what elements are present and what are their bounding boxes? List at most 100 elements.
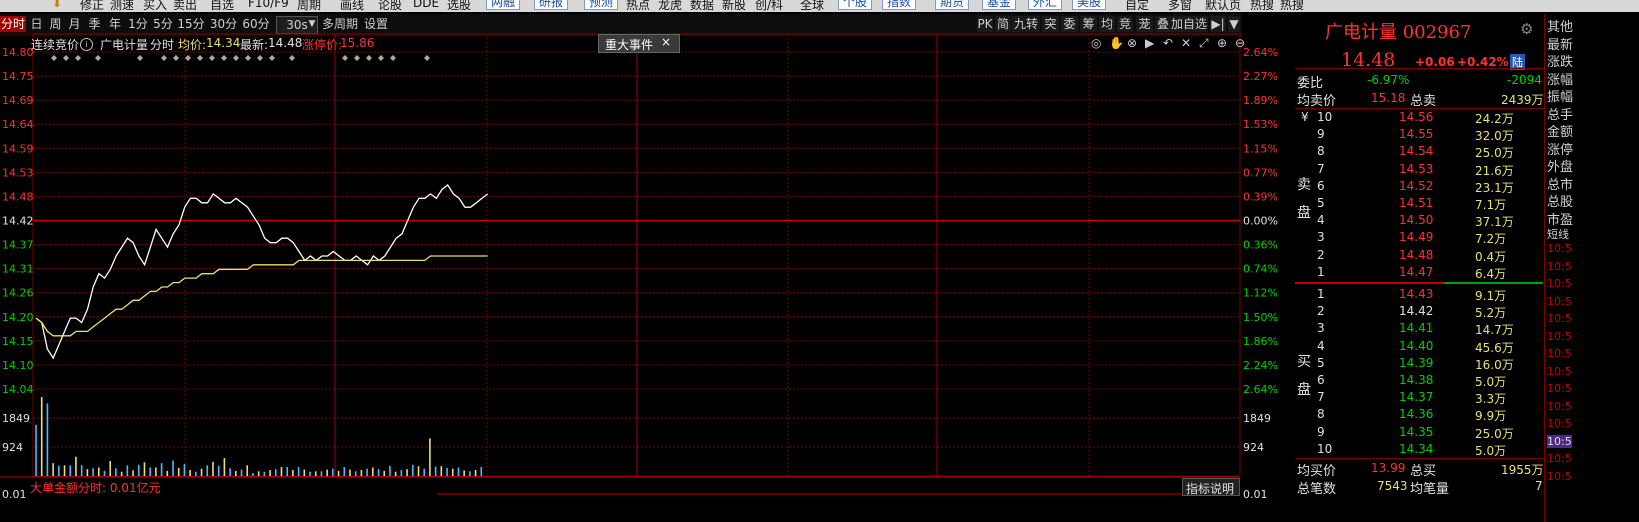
order-price: 14.51 xyxy=(1399,196,1434,210)
right-axis-label: 2.64% xyxy=(1243,46,1278,59)
order-level: 6 xyxy=(1317,178,1325,193)
order-row[interactable]: 6 14.38 5.0万 xyxy=(1295,372,1543,389)
order-row[interactable]: 5 14.51 7.1万 xyxy=(1295,195,1543,212)
event-diamond-icon xyxy=(342,55,348,61)
order-row[interactable]: 4 14.40 45.6万 xyxy=(1295,338,1543,355)
undo-icon[interactable]: ↶ xyxy=(1163,36,1173,50)
event-diamond-icon xyxy=(137,55,143,61)
left-axis-label: 14.04 xyxy=(2,383,34,396)
ask-avg-value: 15.18 xyxy=(1371,91,1406,105)
close-icon[interactable]: × xyxy=(661,35,671,49)
price-change-pct: +0.42% xyxy=(1457,55,1509,69)
side-time: 10:5 xyxy=(1547,312,1572,325)
avg-price-line xyxy=(35,255,488,337)
eye-icon[interactable]: ◎ xyxy=(1091,36,1101,50)
order-row[interactable]: 10 14.34 5.0万 xyxy=(1295,441,1543,458)
event-diamond-icon xyxy=(75,55,81,61)
order-row[interactable]: 4 14.50 37.1万 xyxy=(1295,212,1543,229)
event-diamond-icon xyxy=(366,55,372,61)
event-diamond-icon xyxy=(390,55,396,61)
event-diamond-icon xyxy=(269,55,275,61)
expand-icon[interactable]: ⤢ xyxy=(1199,36,1209,51)
side-time: 10:5 xyxy=(1547,434,1572,448)
zoom-out-icon[interactable]: ⊖ xyxy=(1235,36,1245,50)
major-event-tab[interactable]: 重大事件 × xyxy=(598,34,680,53)
hand-icon[interactable]: ✋ xyxy=(1109,36,1124,50)
order-row[interactable]: 2 14.42 5.2万 xyxy=(1295,303,1543,320)
order-row[interactable]: 1 14.43 9.1万 xyxy=(1295,286,1543,303)
order-volume: 25.0万 xyxy=(1475,146,1514,161)
left-axis-label: 14.69 xyxy=(2,94,34,107)
order-level: 3 xyxy=(1317,321,1325,336)
order-level: 7 xyxy=(1317,161,1325,176)
order-price: 14.41 xyxy=(1399,321,1434,336)
order-price: 14.36 xyxy=(1399,407,1434,422)
side-label: 其他 xyxy=(1547,20,1574,35)
order-price: 14.55 xyxy=(1399,127,1434,142)
side-time: 10:5 xyxy=(1547,382,1572,395)
order-row[interactable]: 8 14.36 9.9万 xyxy=(1295,406,1543,423)
gear-icon[interactable]: ⚙ xyxy=(1520,20,1533,38)
order-volume: 7.2万 xyxy=(1475,232,1507,247)
order-price: 14.50 xyxy=(1399,213,1434,228)
settings-circle-icon[interactable]: ⊗ xyxy=(1127,36,1137,50)
event-diamond-icon xyxy=(289,55,295,61)
order-price: 14.42 xyxy=(1399,304,1434,319)
order-price: 14.38 xyxy=(1399,373,1434,387)
left-axis-label: 14.15 xyxy=(2,335,34,348)
side-label: 金额 xyxy=(1547,125,1574,140)
order-price: 14.53 xyxy=(1399,161,1434,176)
left-axis-label: 14.20 xyxy=(2,311,34,324)
play-icon[interactable]: ▶ xyxy=(1145,36,1154,50)
indicator-help-button[interactable]: 指标说明 xyxy=(1182,478,1240,496)
order-volume: 21.6万 xyxy=(1475,163,1514,178)
side-label: 市盈 xyxy=(1547,212,1574,228)
latest-price-value: 14.48 xyxy=(268,36,303,50)
order-level: 5 xyxy=(1317,355,1325,370)
avg-price-value: 14.34 xyxy=(206,36,241,50)
side-time: 10:5 xyxy=(1547,364,1572,378)
side-time: 10:5 xyxy=(1547,259,1572,273)
order-row[interactable]: 2 14.48 0.4万 xyxy=(1295,247,1543,264)
order-price: 14.56 xyxy=(1399,110,1434,124)
order-level: 1 xyxy=(1317,287,1325,301)
order-row[interactable]: 3 14.49 7.2万 xyxy=(1295,229,1543,246)
zoom-in-icon[interactable]: ⊕ xyxy=(1217,36,1227,50)
order-row[interactable]: 7 14.53 21.6万 xyxy=(1295,161,1543,178)
order-volume: 32.0万 xyxy=(1475,129,1514,144)
ask-total-value: 2439万 xyxy=(1501,93,1544,107)
left-axis-label: 14.48 xyxy=(2,190,34,203)
order-row[interactable]: 9 14.35 25.0万 xyxy=(1295,424,1543,441)
info-circle-icon[interactable]: i xyxy=(80,38,93,51)
cross-icon[interactable]: ✕ xyxy=(1181,36,1191,50)
chart-info-bar: 连续竞价 i 广电计量 分时 均价: 14.34 最新: 14.48 涨停价: … xyxy=(28,34,1245,53)
side-label: 总股 xyxy=(1547,195,1574,210)
right-axis-label: 2.24% xyxy=(1243,359,1278,372)
order-level: 5 xyxy=(1317,196,1325,210)
side-time: 10:5 xyxy=(1547,399,1572,413)
order-row[interactable]: 5 14.39 16.0万 xyxy=(1295,355,1543,372)
event-diamond-icon xyxy=(197,55,203,61)
side-time: 10:5 xyxy=(1547,347,1572,360)
order-row[interactable]: 1 14.47 6.4万 xyxy=(1295,264,1543,281)
order-row[interactable]: 8 14.54 25.0万 xyxy=(1295,143,1543,160)
order-row[interactable]: 10 14.56 24.2万 xyxy=(1295,109,1543,126)
price-line xyxy=(35,184,489,360)
indicator-help-label: 指标说明 xyxy=(1186,482,1235,496)
order-volume: 3.3万 xyxy=(1475,392,1507,407)
bid-total-label: 总买 xyxy=(1410,464,1437,479)
order-row[interactable]: 9 14.55 32.0万 xyxy=(1295,126,1543,143)
bid-total-value: 1955万 xyxy=(1501,463,1544,477)
side-label: 振幅 xyxy=(1547,90,1574,105)
event-diamond-icon xyxy=(233,55,239,61)
order-row[interactable]: 7 14.37 3.3万 xyxy=(1295,389,1543,406)
side-label: 总市 xyxy=(1547,177,1574,193)
side-label: 涨幅 xyxy=(1547,72,1574,88)
side-label: 涨跌 xyxy=(1547,55,1574,70)
ask-book: 10 14.56 24.2万 9 14.55 32.0万 8 14.54 25.0万 7 14.53… xyxy=(1295,109,1543,281)
order-row[interactable]: 3 14.41 14.7万 xyxy=(1295,320,1543,337)
order-price: 14.48 xyxy=(1399,247,1434,262)
order-row[interactable]: 6 14.52 23.1万 xyxy=(1295,178,1543,195)
webi-diff: -2094 xyxy=(1507,73,1542,87)
event-diamond-icon xyxy=(161,55,167,61)
